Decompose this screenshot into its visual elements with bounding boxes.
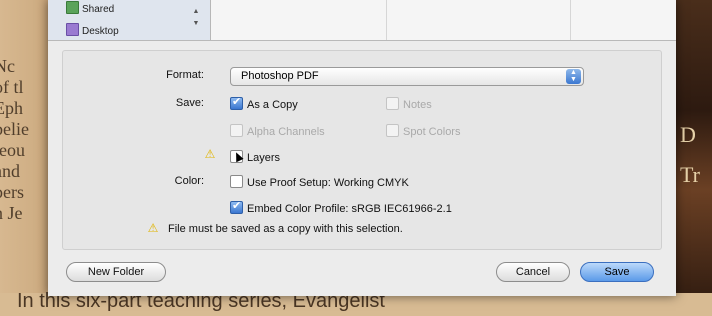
format-label: Format: <box>166 69 204 81</box>
sidebar-scroll-stepper[interactable]: ▲ ▼ <box>190 6 202 38</box>
sidebar: Shared Desktop ▲ ▼ <box>48 0 211 40</box>
checkbox-box <box>386 124 399 137</box>
embed-color-profile-checkbox[interactable]: Embed Color Profile: sRGB IEC61966-2.1 <box>230 199 452 215</box>
cancel-button[interactable]: Cancel <box>496 262 570 282</box>
popup-arrows-icon: ▲ ▼ <box>566 69 581 84</box>
desktop-folder-icon <box>66 23 79 36</box>
save-button[interactable]: Save <box>580 262 654 282</box>
warning-icon: ⚠ <box>147 221 159 235</box>
file-browser: Shared Desktop ▲ ▼ <box>48 0 676 41</box>
column-divider[interactable] <box>386 0 387 40</box>
sidebar-item-label: Shared <box>82 4 115 15</box>
format-popup[interactable]: Photoshop PDF ▲ ▼ <box>230 67 584 86</box>
warning-message: File must be saved as a copy with this s… <box>168 223 403 235</box>
scroll-down-icon[interactable]: ▼ <box>190 18 202 30</box>
sidebar-item-desktop[interactable]: Desktop <box>66 23 119 37</box>
save-label: Save: <box>175 97 204 109</box>
notes-checkbox[interactable]: Notes <box>386 97 432 111</box>
background-fragment: Tr <box>680 162 700 187</box>
checkbox-box <box>386 97 399 110</box>
checkbox-label: As a Copy <box>247 99 298 111</box>
checkbox-label: Embed Color Profile: sRGB IEC61966-2.1 <box>247 203 452 215</box>
checkbox-box <box>230 199 243 214</box>
format-value: Photoshop PDF <box>241 70 319 82</box>
alpha-channels-checkbox[interactable]: Alpha Channels <box>230 124 325 138</box>
checkbox-label: Use Proof Setup: Working CMYK <box>247 177 409 189</box>
background-text-right: D Tr <box>680 115 700 195</box>
shared-folder-icon <box>66 1 79 14</box>
color-label: Color: <box>174 175 204 187</box>
checkbox-label: Notes <box>403 99 432 111</box>
use-proof-setup-checkbox[interactable]: Use Proof Setup: Working CMYK <box>230 175 409 189</box>
sidebar-item-shared[interactable]: Shared <box>66 1 114 15</box>
background-fragment: D <box>680 122 696 147</box>
scroll-up-icon[interactable]: ▲ <box>190 6 202 18</box>
save-dialog: Shared Desktop ▲ ▼ Format: Photoshop PDF… <box>48 0 676 296</box>
checkbox-box <box>230 95 243 110</box>
warning-icon: ⚠ <box>204 147 216 161</box>
checkbox-box <box>230 175 243 188</box>
spot-colors-checkbox[interactable]: Spot Colors <box>386 124 460 138</box>
checkbox-box <box>230 124 243 137</box>
sidebar-item-label: Desktop <box>82 26 119 37</box>
checkbox-label: Alpha Channels <box>247 126 325 138</box>
as-a-copy-checkbox[interactable]: As a Copy <box>230 95 298 111</box>
column-divider[interactable] <box>570 0 571 40</box>
new-folder-button[interactable]: New Folder <box>66 262 166 282</box>
checkbox-label: Spot Colors <box>403 126 461 138</box>
checkbox-label: Layers <box>247 152 281 164</box>
